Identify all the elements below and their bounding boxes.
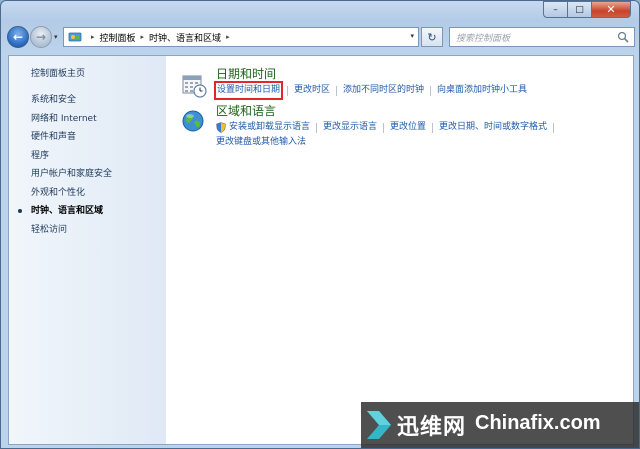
refresh-button[interactable]: ↻	[421, 27, 443, 47]
control-panel-window: – □ ✕ ← → ▾ ▸ 控制面板 ▸ 时钟、语言和区域 ▸ ▾ ↻ 搜索控制…	[0, 0, 640, 449]
refresh-icon: ↻	[427, 30, 437, 44]
search-box[interactable]: 搜索控制面板	[449, 27, 635, 47]
navigation-bar: ← → ▾ ▸ 控制面板 ▸ 时钟、语言和区域 ▸ ▾ ↻ 搜索控制面板	[5, 21, 635, 51]
sidebar-item-programs[interactable]: 程序	[31, 147, 112, 166]
link-divider	[336, 85, 338, 96]
link-divider	[287, 85, 289, 96]
link-divider	[553, 122, 555, 133]
sidebar-item-system-security[interactable]: 系统和安全	[31, 91, 112, 110]
section-title-region-language[interactable]: 区域和语言	[216, 103, 623, 119]
address-bar[interactable]: ▸ 控制面板 ▸ 时钟、语言和区域 ▸ ▾	[63, 27, 419, 47]
sidebar-item-network-internet[interactable]: 网络和 Internet	[31, 110, 112, 129]
sidebar-item-ease-of-access[interactable]: 轻松访问	[31, 221, 112, 240]
search-icon[interactable]	[617, 31, 629, 43]
forward-arrow-icon: →	[35, 30, 47, 44]
change-display-language-link[interactable]: 更改显示语言	[323, 120, 377, 135]
shield-icon	[216, 122, 226, 133]
content-area: 控制面板主页 系统和安全 网络和 Internet 硬件和声音 程序 用户帐户和…	[8, 55, 634, 445]
sidebar: 控制面板主页 系统和安全 网络和 Internet 硬件和声音 程序 用户帐户和…	[9, 56, 166, 444]
sidebar-item-appearance[interactable]: 外观和个性化	[31, 184, 112, 203]
address-dropdown-icon[interactable]: ▾	[410, 32, 414, 40]
recent-pages-dropdown[interactable]: ▾	[54, 33, 58, 41]
main-panel: 日期和时间 设置时间和日期 更改时区 添加不同时区的时钟 向桌面添加时钟小工具	[179, 66, 623, 155]
date-time-links: 设置时间和日期 更改时区 添加不同时区的时钟 向桌面添加时钟小工具	[213, 81, 623, 100]
sidebar-item-clock-language-region[interactable]: 时钟、语言和区域	[17, 202, 112, 221]
link-divider	[383, 122, 385, 133]
region-language-links: 安装或卸载显示语言 更改显示语言 更改位置 更改日期、时间或数字格式 更改键盘或…	[216, 120, 623, 150]
section-region-language: 区域和语言 安装或卸载显示语言 更改显示语言 更改位置 更改日期、时间或数字格式	[179, 103, 623, 150]
change-format-link[interactable]: 更改日期、时间或数字格式	[439, 120, 547, 135]
breadcrumb-clock-language-region[interactable]: 时钟、语言和区域	[149, 31, 221, 44]
link-divider	[430, 85, 432, 96]
close-button[interactable]: ✕	[591, 1, 631, 18]
change-keyboard-link[interactable]: 更改键盘或其他输入法	[216, 135, 306, 150]
calendar-clock-icon[interactable]	[181, 72, 207, 98]
search-input[interactable]: 搜索控制面板	[456, 31, 510, 44]
watermark-arrow-icon	[367, 411, 391, 439]
sidebar-item-hardware-sound[interactable]: 硬件和声音	[31, 128, 112, 147]
back-arrow-icon: ←	[12, 30, 24, 44]
change-timezone-link[interactable]: 更改时区	[294, 83, 330, 98]
section-title-date-time[interactable]: 日期和时间	[216, 66, 623, 82]
breadcrumb-control-panel[interactable]: 控制面板	[100, 31, 136, 44]
globe-icon[interactable]	[181, 109, 207, 135]
watermark-text-en: Chinafix.com	[475, 412, 601, 434]
link-divider	[432, 122, 434, 133]
sidebar-home-link[interactable]: 控制面板主页	[31, 66, 85, 79]
sidebar-category-list: 系统和安全 网络和 Internet 硬件和声音 程序 用户帐户和家庭安全 外观…	[17, 91, 112, 240]
back-button[interactable]: ←	[7, 26, 29, 48]
watermark-text-cn: 迅维网	[397, 415, 467, 440]
breadcrumb-separator-icon: ▸	[140, 33, 145, 41]
install-display-language-link[interactable]: 安装或卸载显示语言	[229, 120, 310, 135]
minimize-button[interactable]: –	[543, 1, 567, 18]
window-caption-buttons: – □ ✕	[543, 1, 631, 18]
add-clocks-link[interactable]: 添加不同时区的时钟	[343, 83, 424, 98]
breadcrumb-separator-icon: ▸	[226, 33, 230, 41]
set-time-date-link[interactable]: 设置时间和日期	[213, 81, 284, 100]
section-date-time: 日期和时间 设置时间和日期 更改时区 添加不同时区的时钟 向桌面添加时钟小工具	[179, 66, 623, 100]
link-divider	[316, 122, 318, 133]
forward-button[interactable]: →	[30, 26, 52, 48]
change-location-link[interactable]: 更改位置	[390, 120, 426, 135]
watermark: 迅维网 Chinafix.com	[361, 402, 639, 448]
control-panel-icon	[68, 32, 82, 42]
add-clock-gadget-link[interactable]: 向桌面添加时钟小工具	[437, 83, 527, 98]
sidebar-item-user-accounts[interactable]: 用户帐户和家庭安全	[31, 165, 112, 184]
maximize-button[interactable]: □	[567, 1, 591, 18]
breadcrumb-separator-icon: ▸	[91, 33, 95, 41]
